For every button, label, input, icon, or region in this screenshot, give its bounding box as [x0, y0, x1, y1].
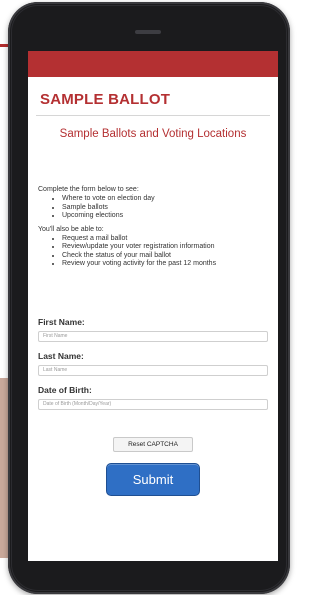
list-item: Review your voting activity for the past… [62, 260, 278, 269]
list-item: Sample ballots [62, 204, 278, 213]
list-item: Review/update your voter registration in… [62, 243, 278, 252]
phone-frame: SAMPLE BALLOT Sample Ballots and Voting … [8, 2, 290, 594]
last-name-label: Last Name: [38, 350, 84, 361]
first-name-label: First Name: [38, 316, 85, 327]
header-banner [28, 51, 278, 77]
submit-button[interactable]: Submit [106, 462, 200, 496]
list-item: Check the status of your mail ballot [62, 252, 278, 261]
list-item: Where to vote on election day [62, 195, 278, 204]
intro-lead: Complete the form below to see: [38, 186, 139, 193]
voter-lookup-form: First Name: Last Name: Date of Birth: Re… [28, 317, 278, 496]
also-lead: You'll also be able to: [38, 225, 104, 233]
page-title: Sample Ballots and Voting Locations [59, 128, 247, 140]
intro-list: Where to vote on election day Sample bal… [28, 195, 278, 221]
first-name-input[interactable] [38, 330, 268, 342]
reset-captcha-button[interactable]: Reset CAPTCHA [113, 436, 193, 452]
phone-speaker [135, 30, 161, 34]
list-item: Request a mail ballot [62, 235, 278, 244]
header-divider [36, 115, 270, 116]
list-item: Upcoming elections [62, 212, 278, 221]
phone-screen: SAMPLE BALLOT Sample Ballots and Voting … [28, 51, 278, 561]
also-list: Request a mail ballot Review/update your… [28, 235, 278, 269]
page-brand-title: SAMPLE BALLOT [40, 91, 171, 108]
dob-label: Date of Birth: [38, 384, 92, 395]
dob-input[interactable] [38, 398, 268, 410]
last-name-input[interactable] [38, 364, 268, 376]
